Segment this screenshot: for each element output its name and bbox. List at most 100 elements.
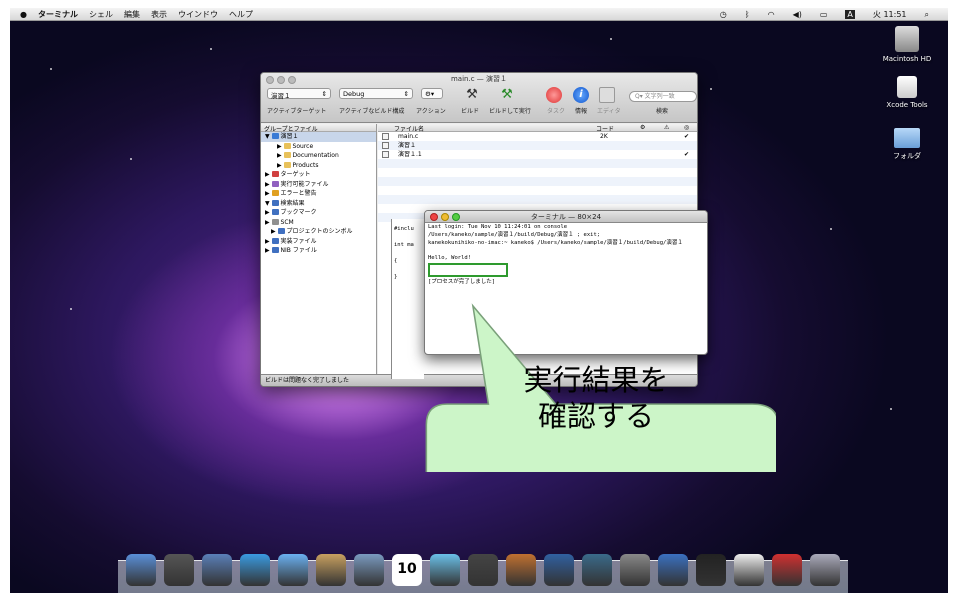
target-checkbox[interactable]: ✔: [684, 150, 689, 159]
sidebar-item-label: 実行可能ファイル: [280, 180, 329, 188]
mail-icon[interactable]: [202, 554, 232, 586]
build-run-button[interactable]: ビルドして実行: [489, 106, 531, 115]
sidebar-item[interactable]: ▶ Products: [261, 161, 376, 171]
sidebar-item[interactable]: ▶ ターゲット: [261, 170, 376, 180]
sidebar-item[interactable]: ▶ Source: [261, 142, 376, 152]
sidebar-item-label: Source: [292, 142, 314, 150]
close-button[interactable]: [430, 213, 438, 221]
disclosure-triangle-icon[interactable]: ▼: [265, 200, 272, 207]
disclosure-triangle-icon[interactable]: ▶: [265, 247, 272, 254]
empty-row: [378, 168, 697, 177]
build-hammer-icon[interactable]: ⚒: [464, 87, 480, 103]
sidebar-item[interactable]: ▶ SCM: [261, 218, 376, 228]
sidebar-item[interactable]: ▶ ブックマーク: [261, 208, 376, 218]
sidebar-item[interactable]: ▼ 演習１: [261, 132, 376, 142]
menu-app[interactable]: ターミナル: [38, 9, 78, 20]
search-input[interactable]: Q▾ 文字列一致: [629, 91, 697, 102]
apple-menu-icon[interactable]: ●: [20, 10, 27, 19]
xcode-icon[interactable]: [658, 554, 688, 586]
spotlight-icon[interactable]: ⌕: [925, 10, 929, 20]
editor-icon[interactable]: [599, 87, 615, 103]
desktop-icon-folder[interactable]: フォルダ: [872, 128, 942, 161]
disclosure-triangle-icon[interactable]: ▶: [265, 219, 272, 226]
battery-icon[interactable]: ▭: [820, 10, 828, 19]
editor-button[interactable]: エディタ: [597, 106, 621, 115]
warning-column-icon[interactable]: ⚠: [664, 124, 669, 131]
volume-icon[interactable]: ◀): [793, 10, 802, 19]
document-icon[interactable]: [734, 554, 764, 586]
iphoto-icon[interactable]: [354, 554, 384, 586]
bluetooth-icon[interactable]: ᛒ: [745, 10, 750, 19]
target-checkbox[interactable]: ✔: [684, 132, 689, 141]
wifi-icon[interactable]: ◠: [768, 10, 775, 19]
system-preferences-icon[interactable]: [620, 554, 650, 586]
menu-shell[interactable]: シェル: [89, 9, 113, 20]
terminal-icon[interactable]: [696, 554, 726, 586]
disclosure-triangle-icon[interactable]: ▶: [265, 171, 272, 178]
time-machine-status-icon[interactable]: ◷: [720, 10, 727, 19]
menu-window[interactable]: ウインドウ: [178, 9, 218, 20]
itunes-icon[interactable]: [430, 554, 460, 586]
finder-icon[interactable]: [126, 554, 156, 586]
sidebar-item[interactable]: ▶ 実装ファイル: [261, 237, 376, 247]
address-book-icon[interactable]: [316, 554, 346, 586]
callout-line-2: 確認する: [537, 399, 654, 433]
menu-help[interactable]: ヘルプ: [229, 9, 253, 20]
filezilla-icon[interactable]: [772, 554, 802, 586]
file-row[interactable]: 演習１: [378, 141, 697, 150]
menu-view[interactable]: 表示: [151, 9, 167, 20]
disclosure-triangle-icon[interactable]: ▶: [265, 238, 272, 245]
tasks-button[interactable]: タスク: [547, 106, 565, 115]
info-icon[interactable]: i: [573, 87, 589, 103]
imovie-icon[interactable]: [468, 554, 498, 586]
disclosure-triangle-icon[interactable]: ▶: [277, 143, 284, 150]
desktop-icon-xcode-tools[interactable]: Xcode Tools: [872, 76, 942, 109]
minimize-button[interactable]: [441, 213, 449, 221]
clock[interactable]: 火 11:51: [873, 9, 907, 20]
ichat-icon[interactable]: [278, 554, 308, 586]
disclosure-triangle-icon[interactable]: ▶: [265, 190, 272, 197]
search-label: 検索: [656, 108, 669, 115]
garageband-icon[interactable]: [506, 554, 536, 586]
ical-icon[interactable]: 10: [392, 554, 422, 586]
tasks-stop-icon[interactable]: [546, 87, 562, 103]
sidebar-item[interactable]: ▼ 検索結果: [261, 199, 376, 209]
action-gear-icon[interactable]: ⚙▾: [421, 88, 443, 99]
build-config-select[interactable]: Debug ⇕: [339, 88, 413, 99]
time-machine-icon[interactable]: [582, 554, 612, 586]
sidebar-item[interactable]: ▶ エラーと警告: [261, 189, 376, 199]
build-run-icon[interactable]: ⚒: [499, 87, 515, 103]
file-row[interactable]: main.c 2K ✔: [378, 132, 697, 141]
file-code-size: 2K: [600, 133, 608, 140]
terminal-titlebar: ターミナル — 80×24: [425, 211, 707, 223]
sidebar-item-label: ブックマーク: [280, 209, 317, 216]
disclosure-triangle-icon[interactable]: ▶: [277, 162, 284, 169]
empty-row: [378, 195, 697, 204]
zoom-button[interactable]: [452, 213, 460, 221]
file-list-header: ファイル名 コード ⚙ ⚠ ◎: [378, 124, 697, 133]
sidebar-item-label: SCM: [280, 218, 294, 226]
sidebar-item[interactable]: ▶ プロジェクトのシンボル: [261, 227, 376, 237]
sidebar-item[interactable]: ▶ 実行可能ファイル: [261, 180, 376, 190]
disclosure-triangle-icon[interactable]: ▶: [277, 152, 284, 159]
sidebar-item[interactable]: ▶ NIB ファイル: [261, 246, 376, 256]
disclosure-triangle-icon[interactable]: ▼: [265, 133, 272, 140]
sidebar-item[interactable]: ▶ Documentation: [261, 151, 376, 161]
sidebar-item-label: 検索結果: [280, 199, 305, 207]
gear-column-icon[interactable]: ⚙: [640, 124, 645, 131]
target-column-icon[interactable]: ◎: [684, 124, 689, 131]
menu-edit[interactable]: 編集: [124, 9, 140, 20]
spaces-icon[interactable]: [544, 554, 574, 586]
input-method[interactable]: A: [845, 10, 855, 19]
disclosure-triangle-icon[interactable]: ▶: [271, 228, 278, 235]
trash-icon[interactable]: [810, 554, 840, 586]
disclosure-triangle-icon[interactable]: ▶: [265, 209, 272, 216]
safari-icon[interactable]: [240, 554, 270, 586]
build-button[interactable]: ビルド: [461, 106, 479, 115]
active-target-select[interactable]: 演習１ ⇕: [267, 88, 331, 100]
disclosure-triangle-icon[interactable]: ▶: [265, 181, 272, 188]
info-button[interactable]: 情報: [575, 106, 587, 115]
desktop-icon-hd[interactable]: Macintosh HD: [872, 26, 942, 63]
dashboard-icon[interactable]: [164, 554, 194, 586]
file-row[interactable]: 演習１.1 ✔: [378, 150, 697, 159]
